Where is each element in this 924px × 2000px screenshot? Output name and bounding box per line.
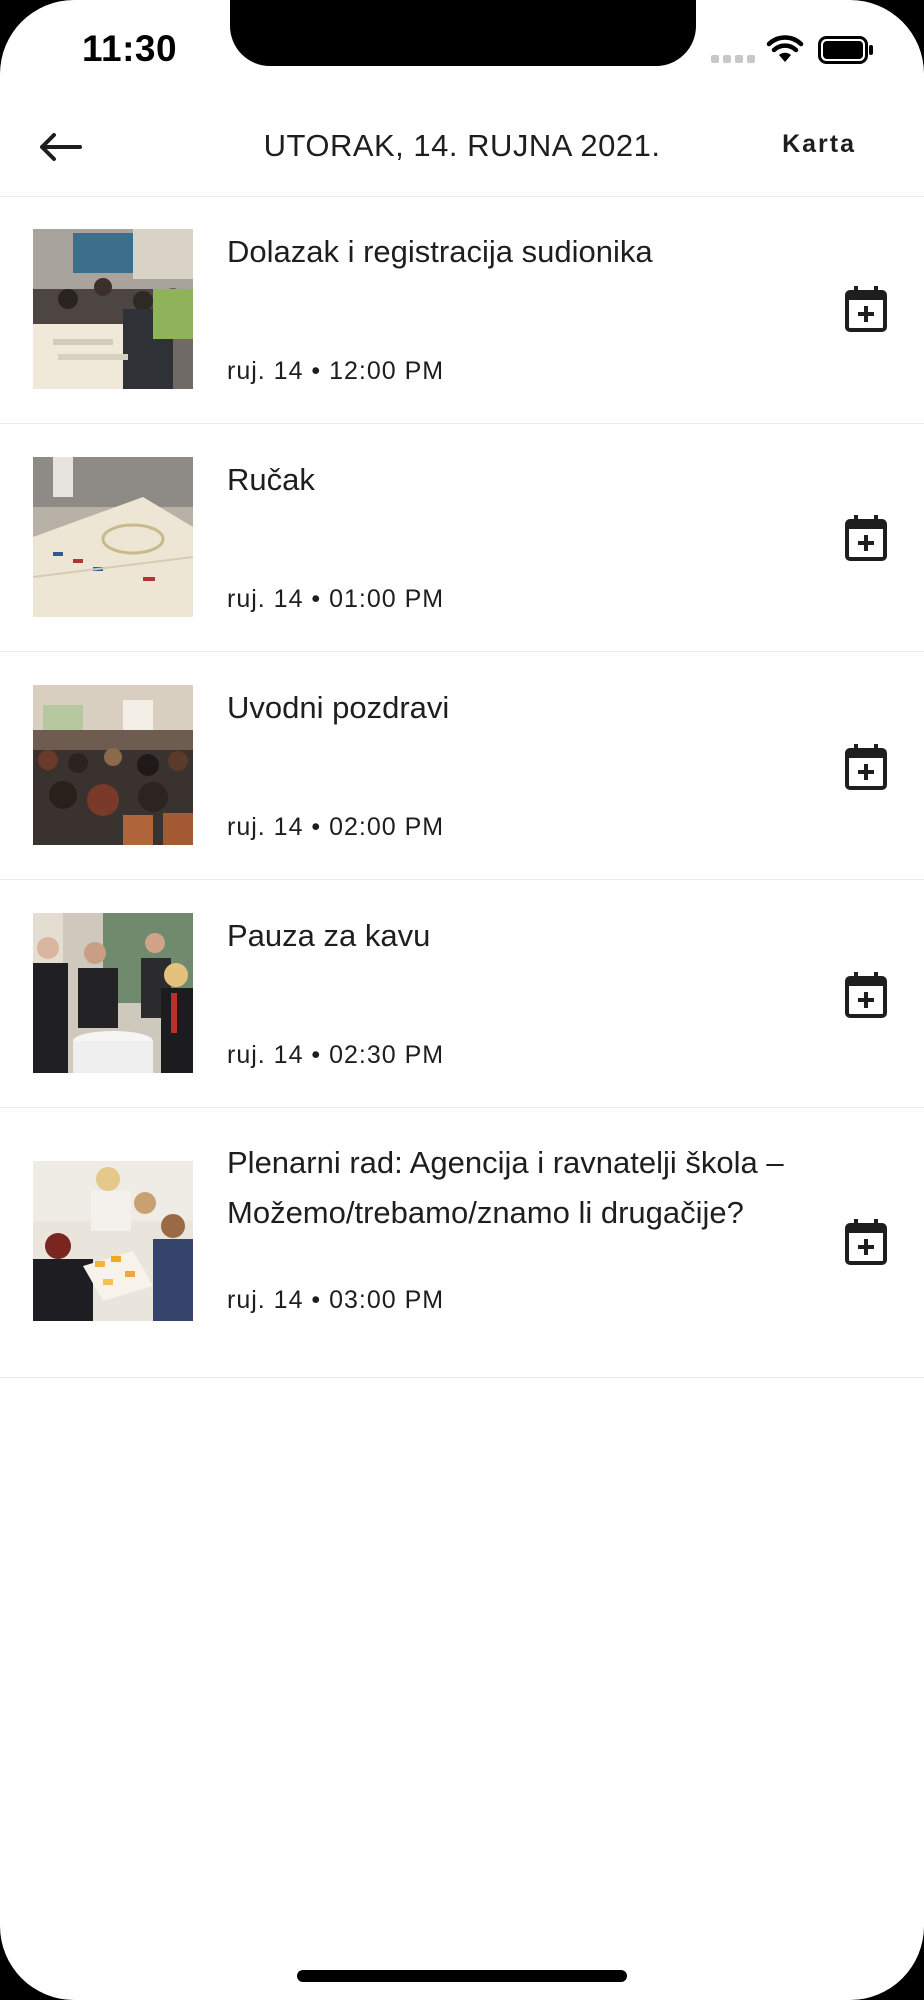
event-thumbnail [33, 229, 193, 389]
event-list: Dolazak i registracija sudionika ruj. 14… [0, 197, 924, 1378]
phone-screen: 11:30 UTORAK, 14. RUJNA 2021. Karta Dola… [0, 0, 924, 2000]
add-to-calendar-button[interactable] [838, 967, 894, 1023]
home-indicator [297, 1970, 627, 1982]
list-item[interactable]: Plenarni rad: Agencija i ravnatelji škol… [0, 1108, 924, 1378]
map-button[interactable]: Karta [782, 130, 856, 159]
event-thumbnail [33, 685, 193, 845]
list-item[interactable]: Pauza za kavu ruj. 14 • 02:30 PM [0, 880, 924, 1108]
calendar-plus-icon [845, 972, 887, 1018]
event-thumbnail [33, 1161, 193, 1321]
add-to-calendar-button[interactable] [838, 739, 894, 795]
page-title: UTORAK, 14. RUJNA 2021. [263, 128, 661, 163]
app-header: UTORAK, 14. RUJNA 2021. Karta [0, 100, 924, 197]
add-to-calendar-button[interactable] [838, 281, 894, 337]
event-time: ruj. 14 • 02:30 PM [227, 1041, 445, 1069]
cellular-signal-icon [711, 55, 755, 63]
status-time: 11:30 [82, 28, 178, 69]
event-title: Pauza za kavu [227, 918, 431, 953]
event-time: ruj. 14 • 12:00 PM [227, 357, 445, 385]
list-item[interactable]: Uvodni pozdravi ruj. 14 • 02:00 PM [0, 652, 924, 880]
calendar-plus-icon [845, 744, 887, 790]
event-title: Dolazak i registracija sudionika [227, 234, 653, 269]
list-item[interactable]: Ručak ruj. 14 • 01:00 PM [0, 424, 924, 652]
add-to-calendar-button[interactable] [838, 510, 894, 566]
event-thumbnail [33, 457, 193, 617]
arrow-left-icon [40, 133, 82, 161]
notch [230, 0, 696, 66]
event-thumbnail [33, 913, 193, 1073]
event-time: ruj. 14 • 01:00 PM [227, 585, 445, 613]
event-title: Uvodni pozdravi [227, 690, 450, 725]
calendar-plus-icon [845, 515, 887, 561]
add-to-calendar-button[interactable] [838, 1214, 894, 1270]
back-button[interactable] [34, 122, 86, 172]
calendar-plus-icon [845, 286, 887, 332]
event-time: ruj. 14 • 02:00 PM [227, 813, 445, 841]
list-item[interactable]: Dolazak i registracija sudionika ruj. 14… [0, 197, 924, 424]
event-time: ruj. 14 • 03:00 PM [227, 1286, 445, 1314]
battery-icon [818, 36, 873, 64]
calendar-plus-icon [845, 1219, 887, 1265]
event-title: Ručak [227, 462, 315, 497]
wifi-icon [766, 35, 804, 62]
event-title: Plenarni rad: Agencija i ravnatelji škol… [227, 1145, 784, 1230]
